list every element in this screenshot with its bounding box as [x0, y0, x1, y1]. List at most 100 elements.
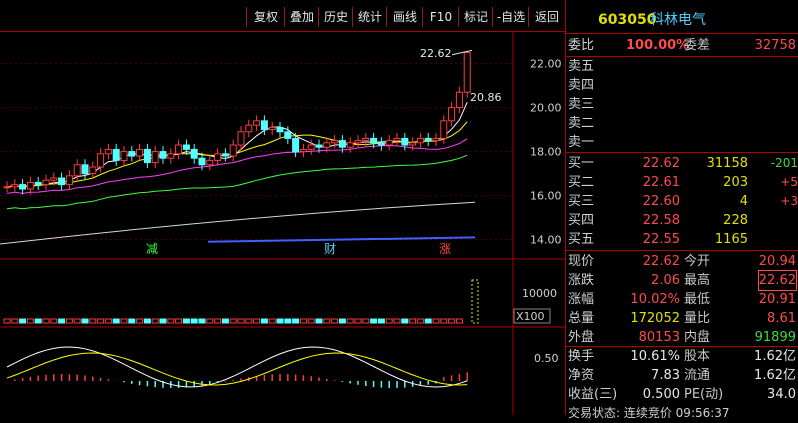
- candle-body: [245, 124, 253, 133]
- buy-label: 买一: [568, 156, 595, 171]
- volume-bar: [260, 318, 268, 324]
- volume-bar: [253, 318, 261, 324]
- volume-bar: [19, 318, 27, 324]
- volume-bar: [221, 318, 229, 324]
- stat-value: 34.0: [767, 387, 796, 402]
- volume-bar-latest: [471, 279, 479, 324]
- stat-value: 22.62: [757, 270, 798, 291]
- stat-row: 外盘 80153 内盘 91899: [566, 328, 798, 347]
- volume-bar: [377, 318, 385, 324]
- volume-bar: [104, 318, 112, 324]
- price-tick-label: 16.00: [530, 190, 562, 203]
- volume-bar: [307, 318, 315, 324]
- candle-body: [104, 148, 112, 155]
- buy-price: 22.62: [642, 156, 680, 171]
- f10-button[interactable]: F10: [422, 7, 459, 27]
- candle-body: [237, 131, 245, 146]
- volume-bar: [97, 318, 105, 324]
- volume-bar: [299, 318, 307, 324]
- back-button[interactable]: 返回: [528, 7, 565, 27]
- stat-value: 80153: [638, 330, 680, 345]
- candle-body: [377, 142, 385, 146]
- stat-row: 总量 172052 量比 8.61: [566, 309, 798, 328]
- volume-bar: [190, 318, 198, 324]
- macd-tick-label: 0.50: [534, 352, 559, 365]
- mark-button[interactable]: 标记: [458, 7, 493, 27]
- stat-label: 股本: [684, 349, 711, 364]
- add-watchlist-button[interactable]: -自选: [492, 7, 529, 27]
- sell-row: 卖三: [566, 95, 798, 114]
- moving-average-line: [6, 154, 468, 210]
- volume-bar: [214, 318, 222, 324]
- buy-volume: 4: [739, 194, 748, 209]
- volume-bar: [292, 318, 300, 324]
- history-button[interactable]: 历史: [318, 7, 353, 27]
- buy-label: 买四: [568, 213, 595, 228]
- volume-bar: [81, 318, 89, 324]
- buy-volume: 203: [723, 175, 748, 190]
- buy-price: 22.55: [642, 232, 680, 247]
- volume-bar: [315, 318, 323, 324]
- stat-label: 最高: [684, 273, 711, 288]
- stat-value: 22.62: [642, 254, 680, 269]
- volume-bar: [151, 318, 159, 324]
- candle-body: [370, 137, 378, 144]
- weibi-value: 100.00%: [626, 38, 690, 53]
- candle-body: [307, 144, 315, 150]
- candle-body: [260, 120, 268, 131]
- volume-bar: [175, 318, 183, 324]
- volume-bar: [362, 318, 370, 324]
- price-tick-label: 18.00: [530, 146, 562, 159]
- candlestick-chart[interactable]: 22.00 20.00 18.00 16.00 14.00 22.62 20.86 减 财 涨 10…: [0, 31, 565, 415]
- statistics-button[interactable]: 统计: [352, 7, 387, 27]
- candle-body: [253, 120, 261, 126]
- fuquan-button[interactable]: 复权: [246, 7, 285, 27]
- volume-bar: [73, 318, 81, 324]
- candle-body: [73, 164, 81, 177]
- candle-body: [214, 153, 222, 161]
- buy-label: 买二: [568, 175, 595, 190]
- candle-body: [448, 107, 456, 122]
- candle-body: [198, 157, 206, 166]
- candle-body: [58, 177, 66, 186]
- volume-bar: [416, 318, 424, 324]
- volume-bar: [206, 318, 214, 324]
- chart-canvas: 22.00 20.00 18.00 16.00 14.00 22.62 20.86 减 财 涨 10…: [0, 31, 565, 415]
- price-tick-label: 20.00: [530, 102, 562, 115]
- volume-bar: [136, 318, 144, 324]
- high-price-label: 22.62: [420, 47, 452, 60]
- stat-value: 7.83: [651, 368, 680, 383]
- candle-body: [182, 144, 190, 150]
- stat-label: 最低: [684, 292, 711, 307]
- buy-volume: 1165: [714, 232, 748, 247]
- candle-body: [50, 177, 58, 181]
- candle-body: [97, 153, 105, 168]
- candle-body: [190, 148, 198, 159]
- stat-value: 20.94: [758, 254, 796, 269]
- stat-label: 流通: [684, 368, 711, 383]
- volume-bar: [182, 318, 190, 324]
- volume-bar: [50, 318, 58, 324]
- candle-body: [276, 126, 284, 133]
- signal-marker: 财: [324, 242, 336, 256]
- buy-label: 买三: [568, 194, 595, 209]
- buy-change: +5: [780, 175, 798, 189]
- draw-line-button[interactable]: 画线: [386, 7, 423, 27]
- buy-change: -201: [770, 156, 798, 170]
- macd-dea-line: [6, 352, 468, 386]
- weibi-label: 委比: [568, 38, 595, 53]
- candle-body: [81, 164, 89, 175]
- candle-body: [175, 144, 183, 155]
- volume-bar: [284, 318, 292, 324]
- buy-change: +3: [780, 194, 798, 208]
- candle-body: [424, 137, 432, 142]
- close-price-label: 20.86: [470, 91, 502, 104]
- candle-body: [416, 137, 424, 144]
- stat-label: 收益(三): [568, 387, 618, 402]
- volume-bar: [448, 318, 456, 324]
- volume-bar: [3, 318, 11, 324]
- buy-row: 买一 22.62 31158 -201: [566, 154, 798, 173]
- stat-label: 外盘: [568, 330, 595, 345]
- overlay-button[interactable]: 叠加: [284, 7, 319, 27]
- candle-body: [315, 144, 323, 148]
